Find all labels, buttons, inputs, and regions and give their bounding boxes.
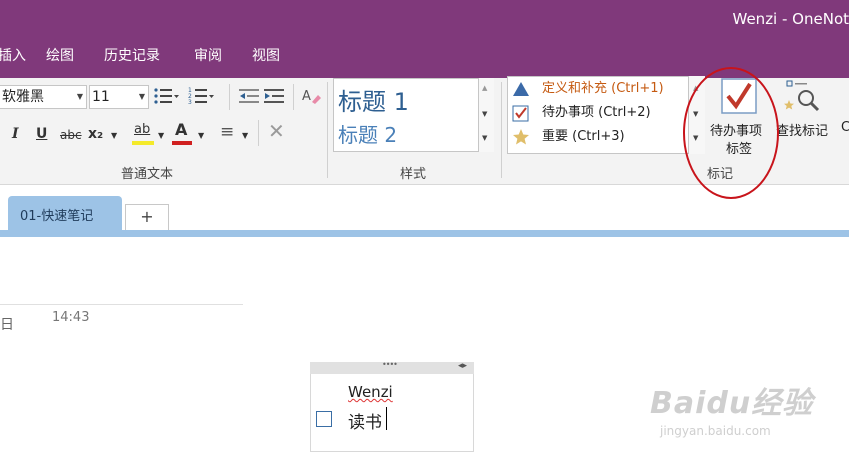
numbered-list-button[interactable]: 1 2 3 (188, 87, 214, 109)
subscript-button[interactable]: x₂ (88, 124, 103, 144)
bullet-list-button[interactable] (153, 87, 179, 109)
increase-indent-button[interactable] (264, 88, 284, 108)
decrease-indent-button[interactable] (239, 88, 259, 108)
group-label-styles: 样式 (400, 167, 427, 182)
styles-scrollbar[interactable]: ▲ ▼ ▼ (478, 78, 494, 152)
window-title: Wenzi - OneNot (732, 10, 849, 28)
tag-label: 待办事项 (Ctrl+2) (542, 105, 651, 120)
tag-label: 定义和补充 (Ctrl+1) (542, 81, 664, 96)
page-date: 日 (0, 317, 14, 333)
font-name-value: 软雅黑 (2, 89, 44, 105)
checkbox-icon (512, 105, 529, 122)
font-size-value: 11 (92, 89, 110, 105)
font-color-button[interactable]: A (172, 120, 196, 146)
note-container[interactable] (310, 362, 474, 452)
numbered-list-icon: 1 2 3 (188, 87, 214, 106)
find-tags-label: 查找标记 (776, 124, 829, 139)
note-title-text[interactable]: Wenzi (348, 383, 393, 401)
todo-item-text[interactable]: 读书 (348, 408, 382, 433)
expand-icon[interactable]: ▼ (482, 134, 487, 142)
page-time: 14:43 (52, 310, 90, 325)
menu-insert[interactable]: 插入 (0, 45, 26, 65)
text-cursor (386, 407, 387, 430)
increase-indent-icon (264, 89, 284, 103)
font-name-select[interactable]: 软雅黑 ▼ (0, 85, 87, 109)
group-label-basic-text: 普通文本 (121, 167, 174, 182)
divider (258, 120, 259, 146)
delete-button[interactable]: ✕ (268, 121, 285, 141)
align-button[interactable]: ≡ (220, 122, 234, 142)
chevron-up-icon[interactable]: ▲ (482, 84, 487, 92)
find-tags-button[interactable]: 查找标记 (776, 78, 842, 139)
eraser-icon: A (302, 89, 321, 104)
page-title-underline (0, 304, 243, 305)
chevron-down-icon: ▼ (76, 92, 83, 101)
bullet-list-icon (154, 88, 179, 104)
tag-label: 重要 (Ctrl+3) (542, 129, 625, 144)
style-heading-2[interactable]: 标题 2 (338, 119, 397, 148)
style-heading-1[interactable]: 标题 1 (338, 82, 409, 117)
menu-review[interactable]: 审阅 (194, 45, 222, 65)
chevron-down-icon[interactable]: ▼ (111, 126, 117, 146)
highlight-circle (683, 67, 779, 199)
divider (293, 84, 294, 110)
menu-view[interactable]: 视图 (252, 45, 280, 65)
highlight-color-bar (132, 141, 154, 145)
svg-text:A: A (302, 89, 311, 104)
font-color-label: A (175, 120, 188, 139)
chevron-down-icon[interactable]: ▼ (158, 126, 164, 146)
section-tab-label: 01-快速笔记 (20, 209, 94, 224)
italic-button[interactable]: I (12, 124, 19, 144)
title-bar (0, 0, 849, 78)
overflow-label[interactable]: C (841, 120, 849, 135)
underline-button[interactable]: U (36, 124, 47, 144)
svg-text:3: 3 (188, 99, 192, 105)
chevron-down-icon[interactable]: ▼ (482, 110, 487, 118)
find-tags-icon (784, 80, 820, 112)
clear-formatting-button[interactable]: A (302, 86, 322, 110)
font-size-select[interactable]: 11 ▼ (89, 85, 149, 109)
decrease-indent-icon (239, 89, 259, 103)
menu-draw[interactable]: 绘图 (46, 45, 74, 65)
add-section-button[interactable]: + (125, 204, 169, 230)
highlight-label: ab (134, 122, 151, 137)
triangle-icon (513, 82, 529, 96)
resize-arrows-icon[interactable]: ◂▸ (458, 361, 467, 371)
menu-history[interactable]: 历史记录 (104, 45, 160, 65)
star-icon (513, 129, 529, 145)
watermark-url: jingyan.baidu.com (660, 424, 771, 438)
divider (229, 84, 230, 110)
drag-dots-icon: •••• (382, 360, 398, 369)
watermark-logo: Baidu经验 (650, 386, 814, 421)
chevron-down-icon[interactable]: ▼ (198, 126, 204, 146)
note-drag-handle[interactable]: •••• ◂▸ (310, 360, 474, 374)
strikethrough-button[interactable]: abc (60, 125, 82, 145)
todo-checkbox[interactable] (316, 411, 332, 427)
divider (327, 82, 328, 178)
highlight-button[interactable]: ab (132, 120, 158, 146)
section-color-band (0, 230, 849, 237)
chevron-down-icon[interactable]: ▼ (242, 126, 248, 146)
chevron-down-icon: ▼ (138, 92, 145, 101)
font-color-bar (172, 141, 192, 145)
divider (501, 82, 502, 178)
